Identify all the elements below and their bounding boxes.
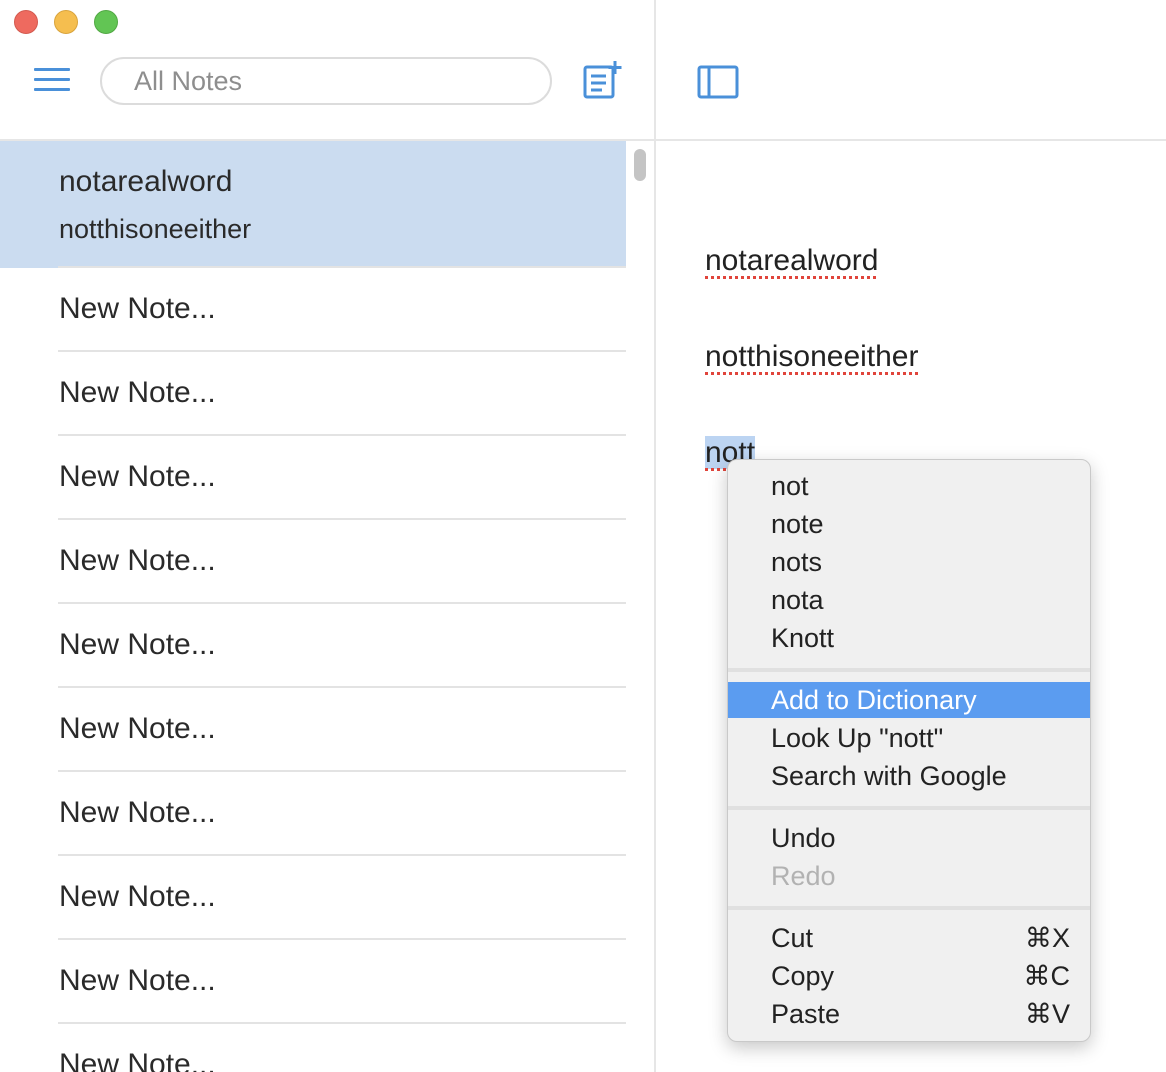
misspelled-word[interactable]: notthisoneeither: [705, 340, 919, 373]
note-row-selected[interactable]: notarealword notthisoneeither: [0, 141, 626, 268]
minimize-window-button[interactable]: [54, 10, 78, 34]
note-row[interactable]: New Note...: [0, 268, 626, 352]
note-title: New Note...: [59, 796, 216, 829]
toolbar-divider: [656, 139, 1166, 141]
hamburger-icon[interactable]: [34, 68, 70, 92]
menu-item-look-up[interactable]: Look Up "nott": [728, 720, 1090, 756]
note-title: New Note...: [59, 292, 216, 325]
new-note-icon[interactable]: [582, 60, 624, 102]
menu-item-suggestion[interactable]: not: [728, 468, 1090, 504]
menu-separator: [728, 906, 1090, 910]
menu-item-suggestion[interactable]: nots: [728, 544, 1090, 580]
note-title: notarealword: [59, 165, 233, 198]
note-title: New Note...: [59, 964, 216, 997]
menu-item-search-google[interactable]: Search with Google: [728, 758, 1090, 794]
note-row[interactable]: New Note...: [0, 604, 626, 688]
menu-item-undo[interactable]: Undo: [728, 820, 1090, 856]
menu-item-label: Copy: [771, 961, 835, 991]
spelling-context-menu: not note nots nota Knott Add to Dictiona…: [727, 459, 1091, 1042]
editor-line[interactable]: notarealword: [705, 244, 878, 278]
note-row[interactable]: New Note...: [0, 772, 626, 856]
scrollbar-thumb[interactable]: [634, 149, 646, 181]
editor-line[interactable]: notthisoneeither: [705, 340, 919, 374]
note-row[interactable]: New Note...: [0, 940, 626, 1024]
note-title: New Note...: [59, 1048, 216, 1072]
shortcut-label: ⌘X: [1024, 923, 1070, 953]
shortcut-label: ⌘V: [1024, 999, 1070, 1029]
search-input[interactable]: All Notes: [100, 57, 552, 105]
note-row[interactable]: New Note...: [0, 352, 626, 436]
notes-sidebar: All Notes notarealword notthisoneeither Ne…: [0, 0, 654, 1072]
note-title: New Note...: [59, 460, 216, 493]
note-row[interactable]: New Note...: [0, 688, 626, 772]
notes-list[interactable]: notarealword notthisoneeither New Note... N…: [0, 141, 626, 1072]
menu-item-label: Cut: [771, 923, 814, 953]
menu-separator: [728, 806, 1090, 810]
menu-item-suggestion[interactable]: note: [728, 506, 1090, 542]
note-title: New Note...: [59, 880, 216, 913]
zoom-window-button[interactable]: [94, 10, 118, 34]
shortcut-label: ⌘C: [1023, 961, 1071, 991]
note-row[interactable]: New Note...: [0, 520, 626, 604]
menu-item-cut[interactable]: Cut ⌘X: [728, 920, 1090, 956]
menu-item-copy[interactable]: Copy ⌘C: [728, 958, 1090, 994]
close-window-button[interactable]: [14, 10, 38, 34]
note-title: New Note...: [59, 628, 216, 661]
note-title: New Note...: [59, 376, 216, 409]
menu-item-add-to-dictionary[interactable]: Add to Dictionary: [728, 682, 1090, 718]
misspelled-word[interactable]: notarealword: [705, 244, 878, 277]
menu-item-redo: Redo: [771, 861, 836, 891]
menu-item-suggestion[interactable]: nota: [728, 582, 1090, 618]
menu-item-suggestion[interactable]: Knott: [728, 620, 1090, 656]
menu-item-paste[interactable]: Paste ⌘V: [728, 996, 1090, 1032]
note-row[interactable]: New Note...: [0, 436, 626, 520]
sidebar-toggle-icon[interactable]: [697, 64, 739, 100]
menu-separator: [728, 668, 1090, 672]
menu-item-label: Paste: [771, 999, 841, 1029]
note-title: New Note...: [59, 712, 216, 745]
note-row[interactable]: New Note...: [0, 1024, 626, 1072]
note-row[interactable]: New Note...: [0, 856, 626, 940]
note-title: New Note...: [59, 544, 216, 577]
note-preview: notthisoneeither: [59, 214, 252, 244]
